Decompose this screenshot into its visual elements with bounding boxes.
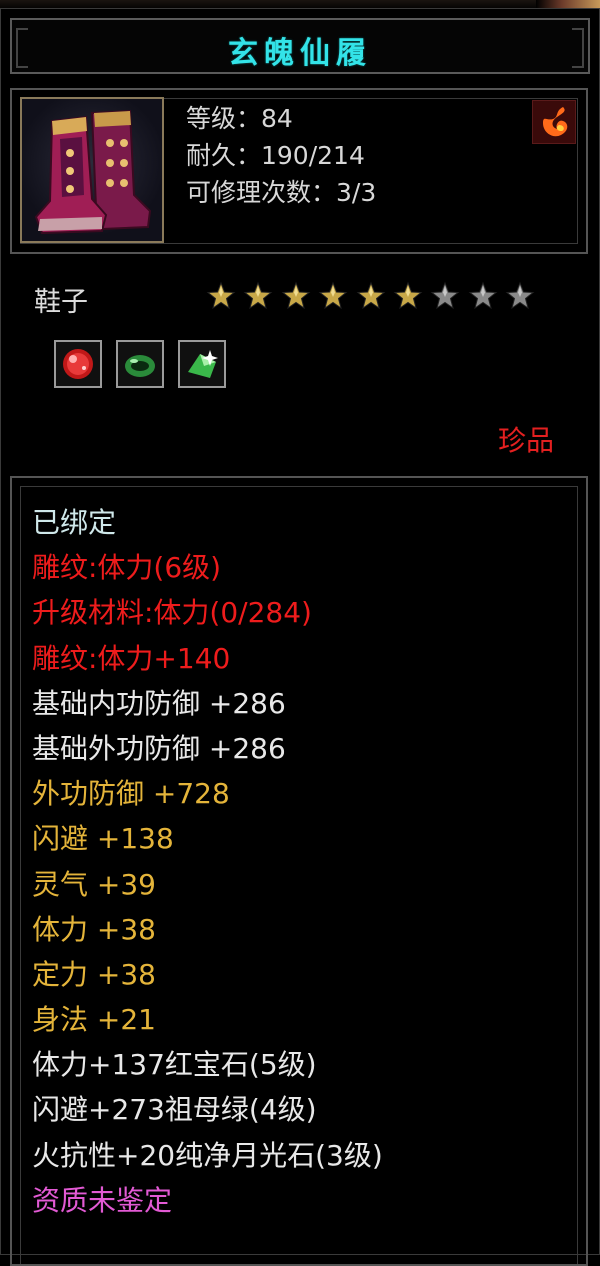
ruby-gem-icon[interactable]: [54, 340, 102, 388]
star-empty-icon: [430, 281, 460, 311]
star-empty-icon: [505, 281, 535, 311]
star-filled-icon: [206, 281, 236, 311]
property-line: 闪避 +138: [32, 822, 174, 856]
item-category: 鞋子: [34, 287, 88, 318]
star-filled-icon: [393, 281, 423, 311]
level-stat: 等级：84: [186, 104, 293, 133]
property-line: 闪避+273祖母绿(4级): [32, 1093, 317, 1127]
title-bar: 玄魄仙履: [10, 18, 590, 74]
property-line: 身法 +21: [32, 1003, 156, 1037]
star-empty-icon: [468, 281, 498, 311]
property-line: 定力 +38: [32, 957, 156, 991]
repair-count-stat: 可修理次数：3/3: [186, 178, 377, 207]
property-line: 已绑定: [32, 506, 117, 539]
green-crystal-gem-icon[interactable]: [178, 340, 226, 388]
property-line: 外功防御 +728: [32, 777, 230, 811]
property-line: 资质未鉴定: [32, 1183, 173, 1217]
star-filled-icon: [318, 281, 348, 311]
property-line: 灵气 +39: [32, 867, 156, 901]
red-boots-icon: [20, 97, 164, 243]
fire-icon: [532, 100, 576, 144]
property-line: 基础外功防御 +286: [32, 731, 286, 765]
item-stats: 等级：84 耐久：190/214 可修理次数：3/3: [186, 100, 376, 211]
property-line: 雕纹:体力+140: [32, 641, 231, 675]
property-line: 体力 +38: [32, 912, 156, 946]
property-line: 雕纹:体力(6级): [32, 551, 222, 585]
durability-stat: 耐久：190/214: [186, 141, 365, 170]
star-filled-icon: [243, 281, 273, 311]
property-line: 体力+137红宝石(5级): [32, 1048, 317, 1082]
property-line: 升级材料:体力(0/284): [32, 596, 312, 630]
star-filled-icon: [281, 281, 311, 311]
jade-ring-gem-icon[interactable]: [116, 340, 164, 388]
star-filled-icon: [356, 281, 386, 311]
property-line: 基础内功防御 +286: [32, 686, 286, 720]
property-line: 火抗性+20纯净月光石(3级): [32, 1138, 383, 1172]
rarity-label: 珍品: [497, 424, 554, 457]
item-title: 玄魄仙履: [228, 36, 372, 71]
property-list: 已绑定雕纹:体力(6级) 升级材料:体力(0/284) 雕纹:体力+140 基础内功防…: [32, 500, 383, 1223]
